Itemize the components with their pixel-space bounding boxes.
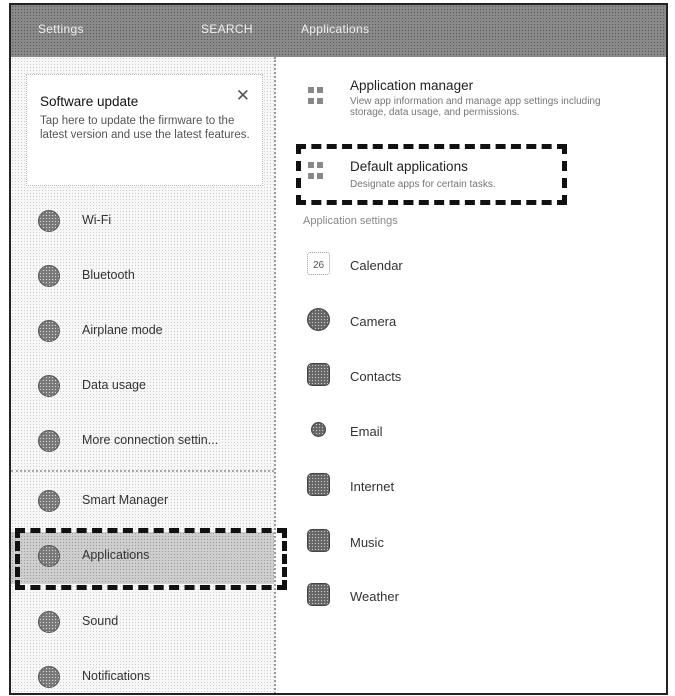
notifications-icon [38,666,60,688]
close-icon[interactable]: ✕ [236,87,250,104]
sidebar-item-label: Wi-Fi [82,213,112,227]
sidebar-item-wifi[interactable]: Wi-Fi [11,197,274,249]
sidebar-item-label: More connection settin... [82,433,219,447]
app-label: Email [350,424,383,439]
app-row-email[interactable]: Email [276,405,666,459]
music-icon [307,529,330,552]
app-manager-description: View app information and manage app sett… [350,96,601,118]
main-panel: Application manager View app information… [276,57,666,693]
weather-icon [307,583,330,606]
bluetooth-icon [38,265,60,287]
sidebar-item-label: Notifications [82,669,151,683]
contacts-icon [307,363,330,386]
update-description: Tap here to update the firmware to the l… [40,115,250,141]
app-label: Calendar [350,258,403,273]
app-row-weather[interactable]: Weather [276,570,666,624]
camera-icon [307,308,330,331]
airplane-icon [38,320,60,342]
app-label: Internet [350,479,395,494]
sound-icon [38,611,60,633]
app-manager-icon [308,87,326,105]
update-title: Software update [40,94,139,109]
app-title: Settings [38,22,84,36]
app-label: Music [350,535,384,550]
app-row-calendar[interactable]: 26 Calendar [276,239,666,293]
sidebar-item-label: Data usage [82,378,146,392]
sidebar-divider [11,470,274,472]
more-connections-icon [38,430,60,452]
sidebar-item-smart-manager[interactable]: Smart Manager [11,477,274,529]
sidebar-item-notifications[interactable]: Notifications [11,653,274,693]
sidebar-item-data-usage[interactable]: Data usage [11,362,274,414]
top-bar: Settings SEARCH Applications [11,5,666,57]
software-update-card[interactable]: Software update ✕ Tap here to update the… [26,74,263,186]
applications-highlight [15,528,287,590]
internet-icon [307,473,330,496]
app-row-contacts[interactable]: Contacts [276,350,666,404]
sidebar-item-label: Bluetooth [82,268,135,282]
application-manager-item[interactable]: Application manager View app information… [276,75,666,135]
sidebar-item-label: Sound [82,614,119,628]
sidebar-item-more-connection-settings[interactable]: More connection settin... [11,417,274,469]
sidebar-item-label: Airplane mode [82,323,163,337]
data-usage-icon [38,375,60,397]
app-row-music[interactable]: Music [276,516,666,570]
app-label: Contacts [350,369,402,384]
search-button[interactable]: SEARCH [201,22,253,36]
section-header: Application settings [303,215,398,227]
sidebar-item-airplane-mode[interactable]: Airplane mode [11,307,274,359]
sidebar-item-label: Smart Manager [82,493,169,507]
sidebar-item-sound[interactable]: Sound [11,598,274,650]
email-icon [311,422,326,437]
sidebar: Software update ✕ Tap here to update the… [11,57,276,693]
calendar-icon: 26 [307,252,330,275]
app-label: Camera [350,314,397,329]
app-row-internet[interactable]: Internet [276,460,666,514]
settings-window: Settings SEARCH Applications Software up… [9,3,668,695]
sidebar-item-bluetooth[interactable]: Bluetooth [11,252,274,304]
app-row-camera[interactable]: Camera [276,295,666,349]
default-apps-highlight [296,144,567,205]
app-manager-title: Application manager [350,78,474,93]
app-label: Weather [350,589,399,604]
smart-manager-icon [38,490,60,512]
wifi-icon [38,210,60,232]
section-title: Applications [301,22,370,36]
